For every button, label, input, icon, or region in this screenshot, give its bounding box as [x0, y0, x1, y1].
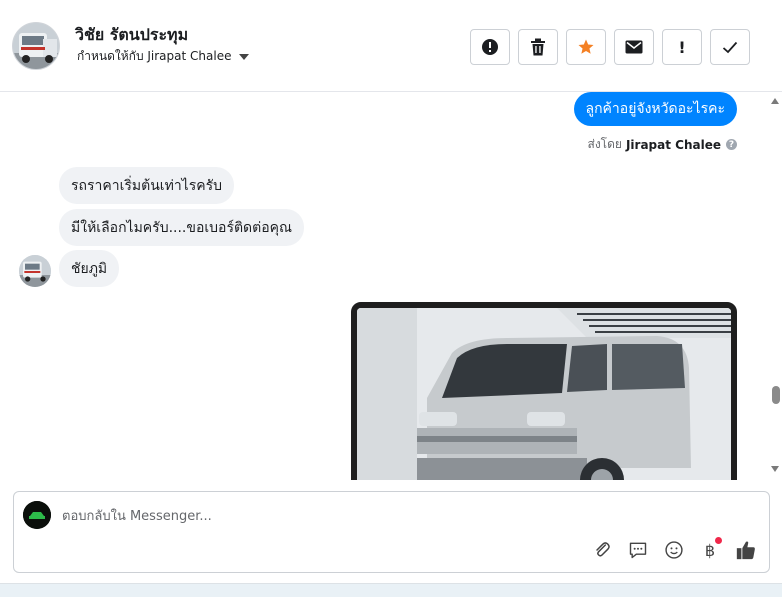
contact-name: วิชัย รัตนประทุม: [75, 25, 189, 44]
incoming-message[interactable]: มีให้เลือกไมครับ....ขอเบอร์ติดต่อคุณ: [59, 209, 304, 246]
attach-button[interactable]: [591, 539, 613, 561]
sender-avatar[interactable]: [19, 255, 51, 287]
mark-unread-button[interactable]: [614, 29, 654, 65]
payment-icon: ฿: [704, 540, 716, 560]
emoji-icon: [665, 541, 683, 559]
check-icon: [722, 41, 738, 53]
assign-label: กำหนดให้กับ Jirapat Chalee: [77, 49, 232, 63]
outgoing-message[interactable]: ลูกค้าอยู่จังหวัดอะไรคะ: [573, 92, 737, 126]
sent-by-line: ส่งโดย Jirapat Chalee ?: [587, 135, 737, 154]
like-icon: [736, 541, 755, 560]
contact-avatar[interactable]: [12, 22, 60, 70]
mark-done-button[interactable]: [710, 29, 750, 65]
envelope-icon: [625, 40, 643, 54]
incoming-message[interactable]: รถราคาเริ่มต้นเท่าไรครับ: [59, 167, 235, 204]
payment-button[interactable]: ฿: [699, 537, 722, 561]
composer-toolbar: ฿: [591, 537, 757, 561]
assign-dropdown[interactable]: กำหนดให้กับ Jirapat Chalee: [77, 47, 250, 66]
exclamation-icon: !: [678, 37, 686, 57]
sent-by-name: Jirapat Chalee: [625, 137, 721, 152]
truck-photo-small: [19, 255, 51, 287]
star-button[interactable]: [566, 29, 606, 65]
chevron-down-icon: [239, 53, 250, 60]
conversation-header: วิชัย รัตนประทุม กำหนดให้กับ Jirapat Cha…: [0, 0, 782, 92]
star-icon: [578, 39, 594, 54]
truck-photo: [13, 23, 59, 69]
attach-icon: [596, 542, 610, 557]
van-photo: [357, 308, 731, 480]
reply-composer: ฿: [13, 491, 770, 573]
incoming-message[interactable]: ชัยภูมิ: [59, 250, 120, 287]
reply-input[interactable]: [62, 505, 662, 527]
trash-icon: [531, 38, 545, 56]
help-icon[interactable]: ?: [726, 139, 737, 150]
alert-circle-icon: [482, 39, 498, 55]
message-scrollbar[interactable]: [768, 92, 782, 480]
conversation-panel: วิชัย รัตนประทุม กำหนดให้กับ Jirapat Cha…: [0, 0, 782, 584]
page-avatar: [23, 501, 51, 529]
mark-spam-button[interactable]: [470, 29, 510, 65]
delete-button[interactable]: [518, 29, 558, 65]
message-thread[interactable]: ลูกค้าอยู่จังหวัดอะไรคะ ส่งโดย Jirapat C…: [0, 92, 782, 480]
conversation-actions: !: [470, 29, 750, 65]
like-button[interactable]: [735, 539, 757, 561]
follow-up-button[interactable]: !: [662, 29, 702, 65]
scroll-up-arrow-icon[interactable]: [771, 98, 779, 104]
sent-by-prefix: ส่งโดย: [587, 137, 622, 151]
scroll-down-arrow-icon[interactable]: [771, 466, 779, 472]
page-logo: [23, 501, 51, 529]
saved-reply-icon: [629, 542, 647, 559]
scroll-thumb[interactable]: [772, 386, 780, 404]
emoji-button[interactable]: [663, 539, 685, 561]
image-attachment[interactable]: [351, 302, 737, 480]
saved-reply-button[interactable]: [627, 539, 649, 561]
notification-dot: [715, 537, 722, 544]
